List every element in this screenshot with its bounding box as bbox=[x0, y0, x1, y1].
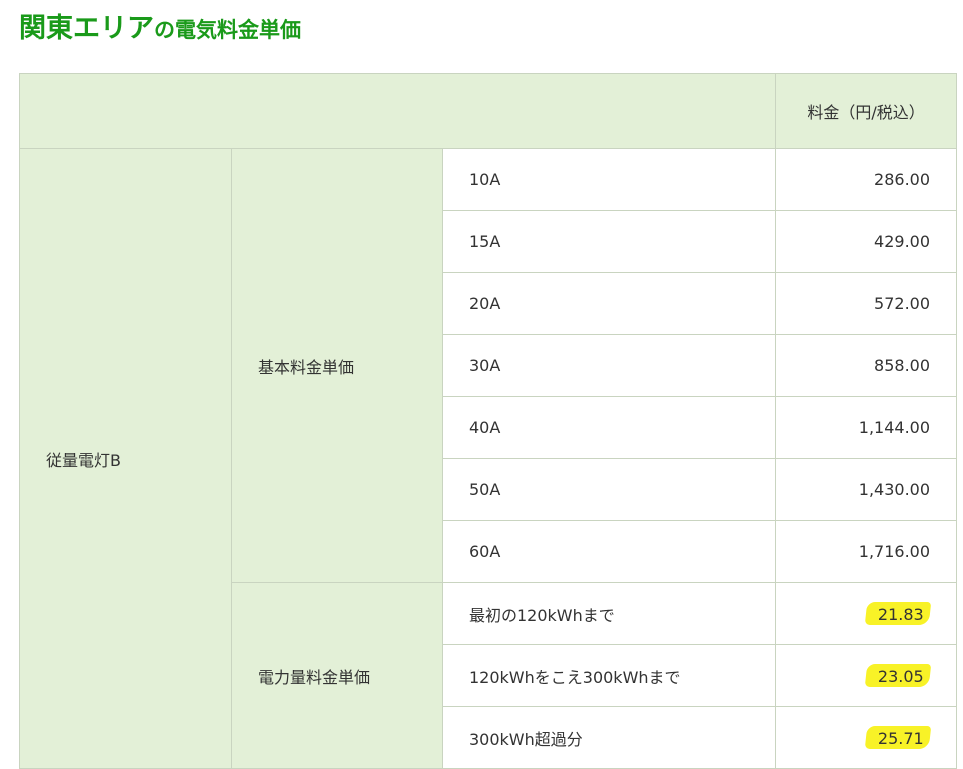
energy-charge-label: 電力量料金単価 bbox=[231, 582, 443, 769]
page-title-main: 関東エリア bbox=[19, 13, 154, 44]
usage-tier-label: 120kWhをこえ300kWhまで bbox=[441, 644, 777, 707]
price-value: 858.00 bbox=[775, 334, 958, 397]
ampere-label: 30A bbox=[441, 334, 777, 397]
energy-price: 25.71 bbox=[878, 729, 924, 748]
price-column-header: 料金（円/税込） bbox=[775, 73, 958, 149]
price-value: 429.00 bbox=[775, 210, 958, 273]
ampere-label: 20A bbox=[441, 272, 777, 335]
ampere-label: 15A bbox=[441, 210, 777, 273]
basic-charge-label: 基本料金単価 bbox=[231, 148, 443, 583]
price-value: 1,430.00 bbox=[775, 458, 958, 521]
price-value-highlighted: 25.71 bbox=[775, 706, 958, 769]
table-header-row: 料金（円/税込） bbox=[18, 73, 958, 149]
table-header-blank bbox=[18, 73, 777, 149]
usage-tier-label: 300kWh超過分 bbox=[441, 706, 777, 769]
usage-tier-label: 最初の120kWhまで bbox=[441, 582, 777, 645]
highlight-mark: 25.71 bbox=[864, 726, 932, 749]
ampere-label: 10A bbox=[441, 148, 777, 211]
ampere-label: 40A bbox=[441, 396, 777, 459]
energy-price: 23.05 bbox=[878, 667, 924, 686]
price-value-highlighted: 23.05 bbox=[775, 644, 958, 707]
price-value: 1,144.00 bbox=[775, 396, 958, 459]
price-value: 286.00 bbox=[775, 148, 958, 211]
price-value: 1,716.00 bbox=[775, 520, 958, 583]
highlight-mark: 21.83 bbox=[864, 602, 932, 625]
price-table: 料金（円/税込） 従量電灯B 基本料金単価 10A 286.00 15A 429… bbox=[18, 73, 958, 769]
page-title: 関東エリアの電気料金単価 bbox=[19, 8, 301, 48]
price-value: 572.00 bbox=[775, 272, 958, 335]
highlight-mark: 23.05 bbox=[864, 664, 932, 687]
energy-price: 21.83 bbox=[878, 605, 924, 624]
page-title-sub: の電気料金単価 bbox=[154, 18, 301, 42]
ampere-label: 50A bbox=[441, 458, 777, 521]
price-value-highlighted: 21.83 bbox=[775, 582, 958, 645]
ampere-label: 60A bbox=[441, 520, 777, 583]
plan-name: 従量電灯B bbox=[19, 148, 232, 769]
table-row: 従量電灯B 基本料金単価 10A 286.00 bbox=[19, 148, 958, 769]
